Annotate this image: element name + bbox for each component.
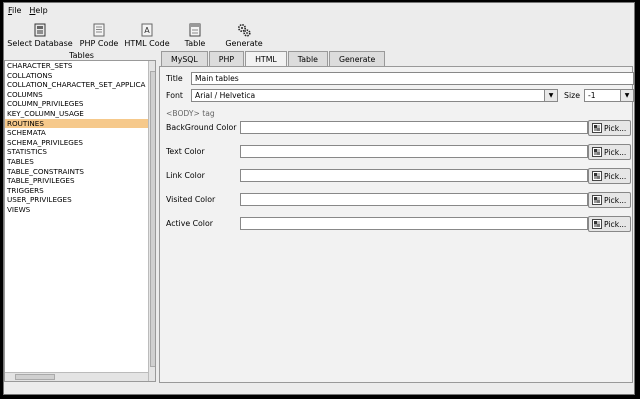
menu-help[interactable]: Help — [29, 6, 47, 15]
color-palette-icon — [592, 195, 602, 205]
background-color-row: BackGround Color — [166, 121, 588, 134]
link-color-input[interactable] — [240, 169, 588, 182]
table-list-item[interactable]: STATISTICS — [5, 147, 155, 157]
html-code-label: HTML Code — [124, 39, 170, 48]
size-label: Size — [564, 91, 581, 100]
table-list-item[interactable]: USER_PRIVILEGES — [5, 195, 155, 205]
tables-list-items: CHARACTER_SETS COLLATIONS COLLATION_CHARAC… — [5, 61, 155, 215]
size-select[interactable]: -1 ▼ — [584, 89, 634, 102]
svg-text:A: A — [144, 26, 150, 35]
color-palette-icon — [592, 171, 602, 181]
select-database-button[interactable]: Select Database — [7, 20, 73, 48]
database-icon — [33, 23, 47, 37]
generate-gears-icon — [237, 23, 251, 37]
active-color-input[interactable] — [240, 217, 588, 230]
font-select[interactable]: Arial / Helvetica ▼ — [191, 89, 558, 102]
active-color-pick-button[interactable]: Pick... — [588, 216, 631, 232]
chevron-down-icon: ▼ — [544, 90, 557, 101]
color-palette-icon — [592, 147, 602, 157]
table-list-item[interactable]: VIEWS — [5, 205, 155, 215]
size-select-value: -1 — [588, 91, 596, 100]
php-code-button[interactable]: PHP Code — [78, 20, 120, 48]
table-button[interactable]: Table — [180, 20, 210, 48]
font-row: Font Arial / Helvetica ▼ Size -1 ▼ — [166, 89, 634, 102]
pick-label: Pick... — [604, 195, 627, 205]
background-color-pick-button[interactable]: Pick... — [588, 120, 631, 136]
table-list-item[interactable]: CHARACTER_SETS — [5, 61, 155, 71]
vertical-scrollbar[interactable] — [148, 61, 155, 381]
pick-label: Pick... — [604, 171, 627, 181]
font-select-value: Arial / Helvetica — [195, 91, 256, 100]
table-list-item[interactable]: TRIGGERS — [5, 186, 155, 196]
table-list-item[interactable]: COLLATIONS — [5, 71, 155, 81]
pick-label: Pick... — [604, 219, 627, 229]
table-list-item[interactable]: COLUMNS — [5, 90, 155, 100]
text-color-pick-button[interactable]: Pick... — [588, 144, 631, 160]
html-code-button[interactable]: A HTML Code — [124, 20, 170, 48]
generate-button[interactable]: Generate — [223, 20, 265, 48]
link-color-row: Link Color — [166, 169, 588, 182]
visited-color-label: Visited Color — [166, 195, 216, 204]
title-input[interactable]: Main tables — [191, 72, 634, 85]
horizontal-scrollbar-thumb[interactable] — [15, 374, 55, 380]
table-list-item[interactable]: KEY_COLUMN_USAGE — [5, 109, 155, 119]
visited-color-input[interactable] — [240, 193, 588, 206]
tab-generate[interactable]: Generate — [328, 51, 386, 66]
background-color-label: BackGround Color — [166, 123, 237, 132]
table-label: Table — [184, 39, 206, 48]
color-palette-icon — [592, 123, 602, 133]
link-color-label: Link Color — [166, 171, 205, 180]
title-row: Title Main tables — [166, 72, 634, 85]
table-list-item[interactable]: SCHEMATA — [5, 128, 155, 138]
menu-file-rest: ile — [12, 5, 22, 15]
chevron-down-icon: ▼ — [620, 90, 633, 101]
generate-label: Generate — [225, 39, 263, 48]
visited-color-pick-button[interactable]: Pick... — [588, 192, 631, 208]
tables-heading: Tables — [69, 51, 94, 60]
link-color-pick-button[interactable]: Pick... — [588, 168, 631, 184]
table-list-item[interactable]: SCHEMA_PRIVILEGES — [5, 138, 155, 148]
table-list-item[interactable]: TABLES — [5, 157, 155, 167]
menu-bar: File Help — [4, 3, 634, 17]
background-color-input[interactable] — [240, 121, 588, 134]
tab-bar: MySQL PHP HTML Table Generate — [161, 51, 386, 67]
font-label: Font — [166, 91, 183, 100]
select-database-label: Select Database — [7, 39, 73, 48]
table-icon — [188, 23, 202, 37]
menu-help-rest: elp — [35, 5, 48, 15]
active-color-row: Active Color — [166, 217, 588, 230]
table-list-item[interactable]: COLLATION_CHARACTER_SET_APPLICA — [5, 80, 155, 90]
tab-php[interactable]: PHP — [208, 51, 245, 66]
title-label: Title — [166, 74, 183, 83]
visited-color-row: Visited Color — [166, 193, 588, 206]
horizontal-scrollbar[interactable] — [5, 372, 148, 381]
html-code-icon: A — [140, 23, 154, 37]
vertical-scrollbar-thumb[interactable] — [150, 71, 155, 367]
menu-file[interactable]: File — [8, 6, 21, 15]
tab-html[interactable]: HTML — [245, 51, 287, 67]
color-palette-icon — [592, 219, 602, 229]
text-color-label: Text Color — [166, 147, 205, 156]
toolbar: Select Database PHP Code A HTML Code Tab… — [4, 20, 634, 50]
table-list-item[interactable]: TABLE_CONSTRAINTS — [5, 167, 155, 177]
table-list-item[interactable]: ROUTINES — [5, 118, 155, 129]
table-list-item[interactable]: COLUMN_PRIVILEGES — [5, 99, 155, 109]
main-window: File Help Select Database PHP Code A HTM… — [3, 2, 635, 395]
text-color-input[interactable] — [240, 145, 588, 158]
pick-label: Pick... — [604, 147, 627, 157]
html-settings-panel: Title Main tables Font Arial / Helvetica… — [159, 66, 634, 383]
text-color-row: Text Color — [166, 145, 588, 158]
pick-label: Pick... — [604, 123, 627, 133]
tab-mysql[interactable]: MySQL — [161, 51, 208, 66]
php-code-label: PHP Code — [79, 39, 119, 48]
body-tag-section-label: <BODY> tag — [166, 109, 215, 118]
tables-list[interactable]: CHARACTER_SETS COLLATIONS COLLATION_CHARAC… — [4, 60, 156, 382]
table-list-item[interactable]: TABLE_PRIVILEGES — [5, 176, 155, 186]
tab-table[interactable]: Table — [287, 51, 328, 66]
active-color-label: Active Color — [166, 219, 213, 228]
php-code-icon — [92, 23, 106, 37]
